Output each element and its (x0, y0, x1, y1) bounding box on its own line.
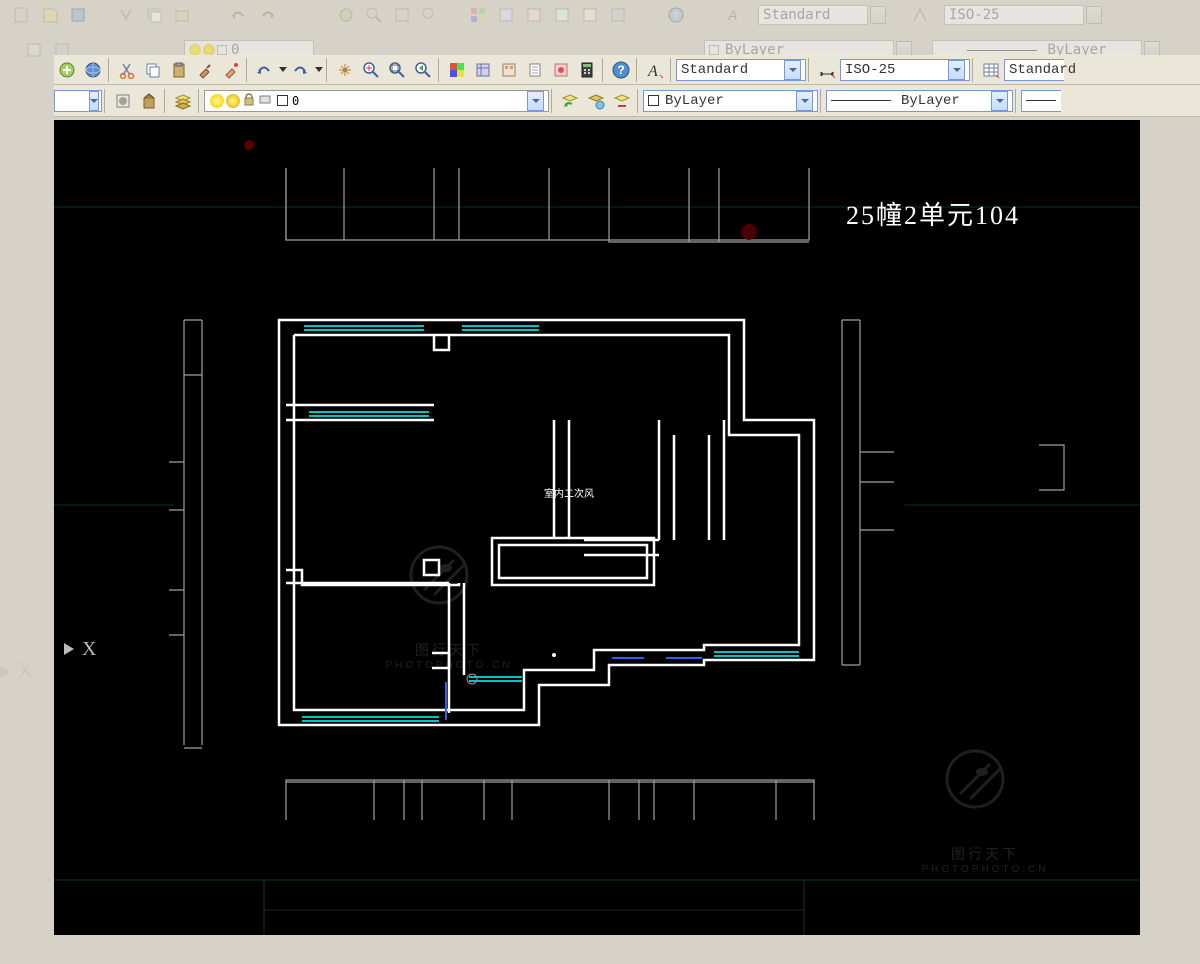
tool-palette-icon[interactable] (497, 58, 521, 82)
background-toolbar-1: ? A Standard ISO-25 (0, 0, 1200, 30)
text-style-combo[interactable]: Standard (676, 59, 806, 81)
copy-icon[interactable] (141, 58, 165, 82)
table-style-combo[interactable]: Standard (1004, 59, 1064, 81)
dim-style-combo[interactable]: ISO-25 (840, 59, 970, 81)
layer-previous-icon[interactable] (558, 89, 582, 113)
dim-style-icon[interactable] (815, 58, 839, 82)
standard-toolbar: ? A Standard ISO-25 Standard (54, 55, 1200, 85)
linetype-value: ByLayer (901, 93, 960, 109)
ucs-x-marker: X (64, 638, 96, 661)
redo-icon[interactable] (289, 58, 313, 82)
lineweight-combo-partial[interactable] (1021, 90, 1061, 112)
zoom-realtime-icon[interactable] (359, 58, 383, 82)
svg-text:A: A (727, 7, 737, 23)
text-style-value: Standard (681, 62, 748, 78)
ghost-dim-style: ISO-25 (949, 7, 1000, 23)
properties-icon[interactable] (445, 58, 469, 82)
color-combo[interactable]: ByLayer (643, 90, 818, 112)
layer-manager-icon[interactable] (171, 89, 195, 113)
globe-icon[interactable] (81, 58, 105, 82)
undo-dropdown[interactable] (278, 67, 288, 73)
layers-toolbar: 0 ByLayer ByLayer (54, 85, 1200, 117)
zoom-window-icon[interactable] (385, 58, 409, 82)
ghost-text-style: Standard (763, 7, 830, 23)
markup-icon[interactable] (549, 58, 573, 82)
linetype-combo[interactable]: ByLayer (826, 90, 1013, 112)
sheet-set-icon[interactable] (523, 58, 547, 82)
svg-text:A: A (647, 63, 658, 79)
zoom-previous-icon[interactable] (411, 58, 435, 82)
svg-text:?: ? (673, 11, 679, 22)
drawing-canvas[interactable]: 25幢2单元104 室内二次风 X (54, 120, 1140, 935)
new-icon[interactable] (55, 58, 79, 82)
workspace-icon[interactable] (111, 89, 135, 113)
text-style-icon[interactable]: A (643, 58, 667, 82)
layer-iso-icon[interactable] (610, 89, 634, 113)
text-style-dropdown[interactable] (784, 60, 801, 80)
cut-icon[interactable] (115, 58, 139, 82)
linetype-dropdown[interactable] (991, 91, 1008, 111)
layer-states-icon[interactable] (584, 89, 608, 113)
table-style-value: Standard (1009, 62, 1076, 78)
color-dropdown[interactable] (796, 91, 813, 111)
drawing-center-label: 室内二次风 (544, 485, 594, 500)
layer-freeze-icon (226, 94, 240, 108)
linetype-preview (831, 100, 891, 101)
ghost-ucs-x: X (0, 658, 33, 684)
layer-on-icon (210, 94, 224, 108)
table-style-icon[interactable] (979, 58, 1003, 82)
layer-combo-dropdown[interactable] (527, 91, 544, 111)
svg-text:?: ? (617, 63, 624, 77)
leading-combo[interactable] (54, 90, 102, 112)
floorplan-svg (54, 120, 1140, 935)
qcalc-icon[interactable] (575, 58, 599, 82)
dim-style-value: ISO-25 (845, 62, 895, 78)
redo-dropdown[interactable] (314, 67, 324, 73)
main-toolbar-container: ? A Standard ISO-25 Standard (54, 55, 1200, 117)
match-props-icon[interactable] (193, 58, 217, 82)
color-swatch (648, 95, 659, 106)
undo-icon[interactable] (253, 58, 277, 82)
pan-icon[interactable] (333, 58, 357, 82)
paste-icon[interactable] (167, 58, 191, 82)
leading-dropdown[interactable] (89, 91, 99, 111)
design-center-icon[interactable] (471, 58, 495, 82)
layer-plot-icon (259, 93, 271, 108)
layer-combo[interactable]: 0 (204, 90, 549, 112)
dim-style-dropdown[interactable] (948, 60, 965, 80)
layer-color-icon (277, 95, 288, 106)
building-icon[interactable] (137, 89, 161, 113)
layer-lock-icon (243, 92, 255, 109)
drawing-title: 25幢2单元104 (846, 195, 1020, 232)
layer-name: 0 (292, 94, 299, 108)
color-value: ByLayer (665, 93, 724, 109)
paint-icon[interactable] (219, 58, 243, 82)
help-icon[interactable]: ? (609, 58, 633, 82)
